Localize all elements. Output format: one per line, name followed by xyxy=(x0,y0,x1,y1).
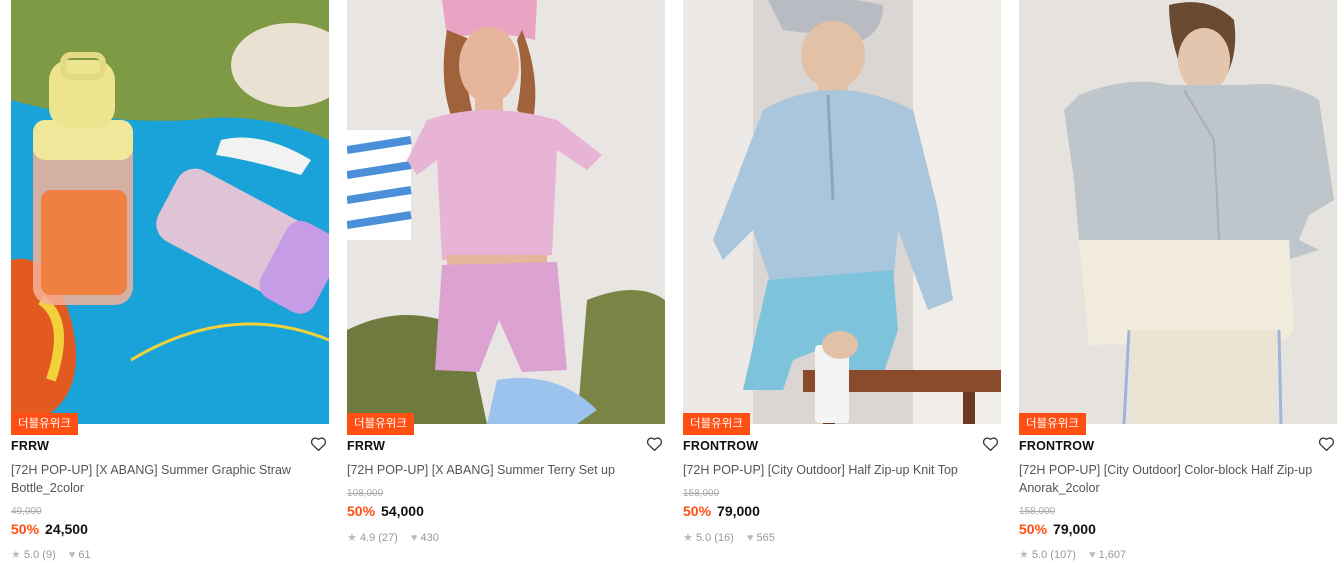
sale-price: 79,000 xyxy=(1053,521,1096,537)
product-photo-straw-bottles xyxy=(11,0,329,424)
wishlist-heart-icon[interactable] xyxy=(310,436,327,452)
review-meta: ★ 5.0 (16) ♥ 565 xyxy=(683,531,775,544)
promo-badge: 더블유위크 xyxy=(347,413,414,435)
likes-count: 430 xyxy=(420,532,439,544)
price-row: 50% 24,500 xyxy=(11,521,88,537)
product-image[interactable] xyxy=(347,0,665,424)
rating-value: 5.0 (107) xyxy=(1031,549,1076,561)
product-card[interactable]: 더블유위크 FRONTROW [72H POP-UP] [City Outdoo… xyxy=(683,0,1001,554)
promo-badge: 더블유위크 xyxy=(11,413,78,435)
discount-rate: 50% xyxy=(683,503,712,519)
brand-name[interactable]: FRRW xyxy=(347,439,385,453)
sale-price: 24,500 xyxy=(45,521,88,537)
original-price: 158,000 xyxy=(683,488,720,499)
product-card[interactable]: 더블유위크 FRRW [72H POP-UP] [X ABANG] Summer… xyxy=(11,0,329,561)
product-card[interactable]: 더블유위크 FRONTROW [72H POP-UP] [City Outdoo… xyxy=(1019,0,1337,561)
product-image[interactable] xyxy=(1019,0,1337,424)
promo-badge: 더블유위크 xyxy=(1019,413,1086,435)
rating-value: 5.0 (16) xyxy=(695,532,734,544)
star-icon: ★ xyxy=(347,532,357,544)
product-name[interactable]: [72H POP-UP] [City Outdoor] Half Zip-up … xyxy=(683,461,995,479)
star-icon: ★ xyxy=(1019,549,1029,561)
star-icon: ★ xyxy=(11,549,21,561)
product-photo-anorak xyxy=(1019,0,1337,424)
price-row: 50% 79,000 xyxy=(683,503,760,519)
star-icon: ★ xyxy=(683,532,693,544)
review-meta: ★ 5.0 (9) ♥ 61 xyxy=(11,548,91,561)
wishlist-heart-icon[interactable] xyxy=(1318,436,1335,452)
price-row: 50% 79,000 xyxy=(1019,521,1096,537)
brand-name[interactable]: FRONTROW xyxy=(683,439,758,453)
product-name[interactable]: [72H POP-UP] [X ABANG] Summer Terry Set … xyxy=(347,461,659,479)
sale-price: 54,000 xyxy=(381,503,424,519)
likes-heart-icon: ♥ xyxy=(68,549,76,561)
wishlist-heart-icon[interactable] xyxy=(646,436,663,452)
sale-price: 79,000 xyxy=(717,503,760,519)
likes-count: 565 xyxy=(756,532,775,544)
price-row: 50% 54,000 xyxy=(347,503,424,519)
product-card[interactable]: 더블유위크 FRRW [72H POP-UP] [X ABANG] Summer… xyxy=(347,0,665,554)
brand-name[interactable]: FRONTROW xyxy=(1019,439,1094,453)
product-image[interactable] xyxy=(11,0,329,424)
rating-value: 5.0 (9) xyxy=(23,549,56,561)
discount-rate: 50% xyxy=(1019,521,1048,537)
discount-rate: 50% xyxy=(11,521,40,537)
review-meta: ★ 5.0 (107) ♥ 1,607 xyxy=(1019,548,1126,561)
likes-heart-icon: ♥ xyxy=(746,532,754,544)
original-price: 108,000 xyxy=(347,488,384,499)
product-grid: 더블유위크 FRRW [72H POP-UP] [X ABANG] Summer… xyxy=(0,0,1342,561)
product-name[interactable]: [72H POP-UP] [City Outdoor] Color-block … xyxy=(1019,461,1331,497)
likes-heart-icon: ♥ xyxy=(1089,549,1096,561)
brand-name[interactable]: FRRW xyxy=(11,439,49,453)
product-image[interactable] xyxy=(683,0,1001,424)
product-name[interactable]: [72H POP-UP] [X ABANG] Summer Graphic St… xyxy=(11,461,323,497)
discount-rate: 50% xyxy=(347,503,376,519)
wishlist-heart-icon[interactable] xyxy=(982,436,999,452)
original-price: 158,000 xyxy=(1019,506,1056,517)
product-photo-knit-top xyxy=(683,0,1001,424)
likes-count: 1,607 xyxy=(1098,549,1127,561)
original-price: 49,000 xyxy=(11,506,42,517)
review-meta: ★ 4.9 (27) ♥ 430 xyxy=(347,531,439,544)
product-photo-terry-set xyxy=(347,0,665,424)
likes-heart-icon: ♥ xyxy=(410,532,418,544)
rating-value: 4.9 (27) xyxy=(359,532,398,544)
promo-badge: 더블유위크 xyxy=(683,413,750,435)
likes-count: 61 xyxy=(78,549,91,561)
